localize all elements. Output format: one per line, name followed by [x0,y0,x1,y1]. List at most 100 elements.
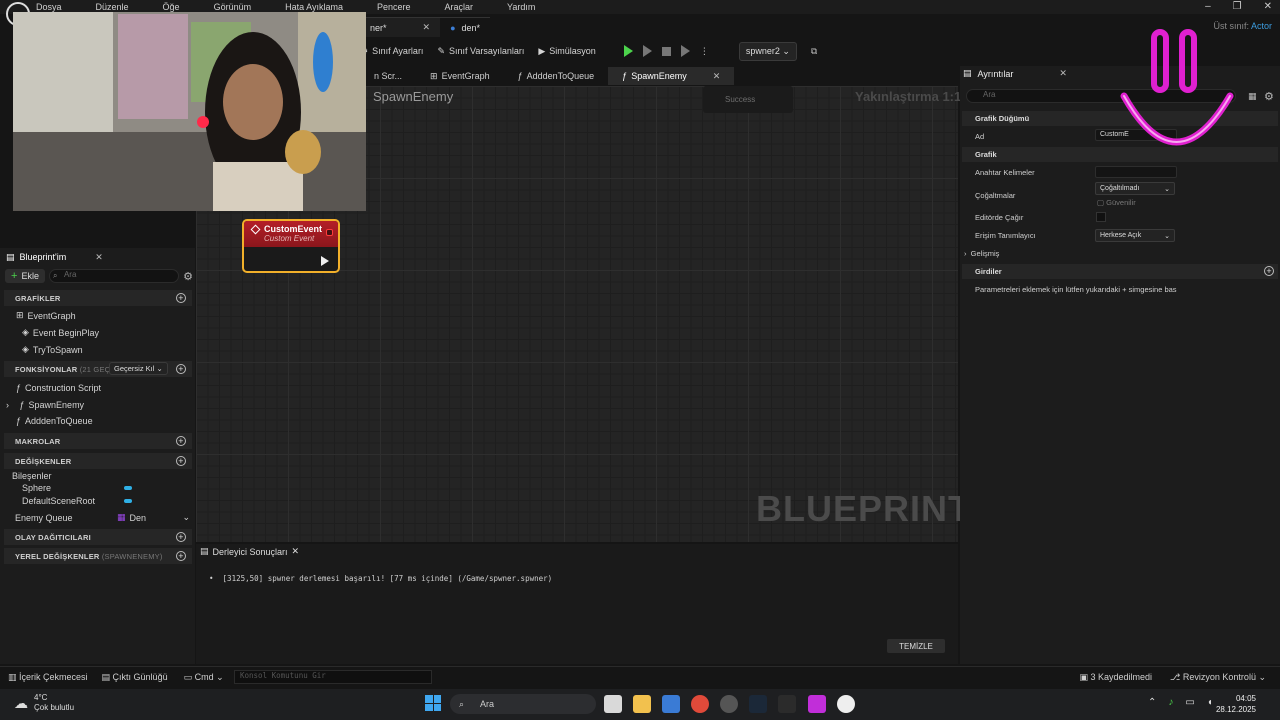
add-dispatcher-icon[interactable]: + [176,532,186,542]
steam-icon[interactable] [749,695,767,713]
add-button[interactable]: + Ekle [5,269,45,283]
function-addden-to-queue[interactable]: ƒ AdddenToQueue [16,416,93,426]
access-specifier-dropdown[interactable]: Herkese Açık ⌄ [1095,229,1175,242]
macros-category[interactable]: MAKROLAR + [4,433,192,449]
weather-widget[interactable]: ☁ 4°C Çok bulutlu [14,693,74,713]
event-dispatchers-category[interactable]: OLAY DAĞITICILARI + [4,529,192,545]
variable-sphere[interactable]: Sphere [22,483,132,493]
variables-category[interactable]: DEĞİŞKENLER + [4,453,192,469]
table-view-icon[interactable]: ▦ [1248,91,1257,102]
custom-event-node[interactable]: CustomEvent Custom Event [242,219,340,273]
graph-item-beginplay[interactable]: ◈ Event BeginPlay [22,327,99,338]
tab-construction-script[interactable]: n Scr... [360,67,416,85]
chevron-up-icon[interactable]: ⌃ [1148,697,1156,708]
add-function-icon[interactable]: + [176,364,186,374]
obs-icon[interactable] [720,695,738,713]
output-log-button[interactable]: ▤ Çıktı Günlüğü [102,672,168,683]
reliable-checkbox[interactable]: ▢ Güvenilir [1097,198,1136,207]
replication-dropdown[interactable]: Çoğaltılmadı ⌄ [1095,182,1175,195]
graph-item-trytospawn[interactable]: ◈ TryToSpawn [22,344,83,355]
function-construction-script[interactable]: ƒ Construction Script [16,383,101,393]
menu-debug[interactable]: Hata Ayıklama [285,2,343,12]
close-icon[interactable]: ✕ [292,546,300,557]
keywords-input[interactable] [1095,166,1177,178]
unsaved-button[interactable]: ▣ 3 Kaydedilmedi [1079,672,1152,683]
add-local-variable-icon[interactable]: + [176,551,186,561]
graphs-category[interactable]: GRAFİKLER + [4,290,192,306]
volume-icon[interactable]: ◖ [1207,697,1213,708]
taskbar-clock[interactable]: 04:05 28.12.2025 [1216,693,1256,715]
add-input-icon[interactable]: + [1264,266,1274,276]
close-icon[interactable]: ✕ [1059,68,1067,79]
network-icon[interactable]: ▭ [1185,697,1194,708]
function-spawn-enemy[interactable]: › ƒ SpawnEnemy [6,400,84,410]
play-icon[interactable] [623,45,633,57]
doc-tab-den[interactable]: ● den* [440,17,491,37]
debug-object-select[interactable]: spwner2 ⌄ [738,41,797,61]
tab-spawn-enemy[interactable]: ƒ SpawnEnemy ✕ [608,67,735,85]
close-icon[interactable]: ✕ [95,252,103,263]
epic-games-icon[interactable] [778,695,796,713]
delegate-pin[interactable] [326,229,333,236]
graph-item-eventgraph[interactable]: ⊞ EventGraph [16,310,76,321]
store-icon[interactable] [662,695,680,713]
more-options-icon[interactable]: ⋮ [700,46,709,57]
call-in-editor-checkbox[interactable] [1096,212,1106,222]
menu-edit[interactable]: Düzenle [96,2,129,12]
microphone-icon[interactable]: ♪ [1168,697,1173,708]
close-window-button[interactable]: ✕ [1264,1,1272,12]
variable-default-scene-root[interactable]: DefaultSceneRoot [22,496,132,506]
override-dropdown[interactable]: Geçersiz Kıl ⌄ [109,362,168,375]
close-icon[interactable]: ✕ [423,22,431,33]
components-group[interactable]: Bileşenler [12,471,52,481]
taskbar-search[interactable]: ⌕ Ara [450,694,596,714]
clear-button[interactable]: TEMİZLE [887,639,945,653]
add-graph-icon[interactable]: + [176,293,186,303]
menu-view[interactable]: Görünüm [214,2,252,12]
section-inputs[interactable]: Girdiler + [962,264,1278,279]
simulation-button[interactable]: ▶ Simülasyon [538,46,595,57]
variable-enemy-queue[interactable]: Enemy Queue ▦ Den ⌄ [15,512,190,523]
menu-window[interactable]: Pencere [377,2,411,12]
advanced-expander[interactable]: › Gelişmiş [964,249,999,258]
menu-help[interactable]: Yardım [507,2,535,12]
tab-eventgraph[interactable]: ⊞ EventGraph [416,67,504,85]
chrome-icon[interactable] [691,695,709,713]
compiler-results-tab[interactable]: ▤ Derleyici Sonuçları ✕ [200,546,299,557]
chevron-right-icon[interactable]: › [6,400,9,410]
details-tab[interactable]: ▤ Ayrıntılar ✕ [963,68,1067,79]
blueprint-search-input[interactable]: ⌕ Ara [48,269,180,283]
add-macro-icon[interactable]: + [176,436,186,446]
tab-addden-to-queue[interactable]: ƒ AdddenToQueue [504,67,609,85]
eject-icon[interactable] [680,45,690,57]
gear-icon[interactable]: ⚙ [183,270,193,283]
local-variables-category[interactable]: YEREL DEĞİŞKENLER (SPAWNENEMY) + [4,548,192,564]
class-defaults-button[interactable]: ✎ Sınıf Varsayılanları [437,46,524,57]
parent-class-link[interactable]: Actor [1251,21,1272,31]
console-command-input[interactable]: Konsol Komutunu Gir [234,670,432,684]
find-in-blueprint-icon[interactable]: ⧉ [811,46,817,57]
menu-asset[interactable]: Öğe [163,2,180,12]
gear-icon[interactable]: ⚙ [1264,90,1274,103]
start-icon[interactable] [425,695,441,711]
step-icon[interactable] [642,45,652,57]
menu-file[interactable]: Dosya [36,2,62,12]
app-icon[interactable] [808,695,826,713]
file-explorer-icon[interactable] [633,695,651,713]
minimize-button[interactable]: – [1205,1,1211,12]
doc-tab-spwner[interactable]: ner* ✕ [360,17,441,37]
revision-control-button[interactable]: ⎇ Revizyon Kontrolü ⌄ [1170,672,1266,683]
my-blueprint-tab[interactable]: ▤ Blueprint'im ✕ [0,248,109,266]
stop-icon[interactable] [661,46,671,56]
class-settings-button[interactable]: ⚙ Sınıf Ayarları [360,46,423,57]
unreal-engine-icon[interactable] [837,695,855,713]
close-icon[interactable]: ✕ [713,71,721,82]
content-drawer-button[interactable]: ▥ İçerik Çekmecesi [8,672,88,683]
cmd-dropdown[interactable]: ▭ Cmd ⌄ [184,672,224,683]
chevron-down-icon[interactable]: ⌄ [182,512,190,523]
maximize-button[interactable]: ❐ [1233,1,1242,12]
menu-tools[interactable]: Araçlar [445,2,474,12]
task-view-icon[interactable] [604,695,622,713]
add-variable-icon[interactable]: + [176,456,186,466]
exec-output-pin[interactable] [321,256,329,266]
